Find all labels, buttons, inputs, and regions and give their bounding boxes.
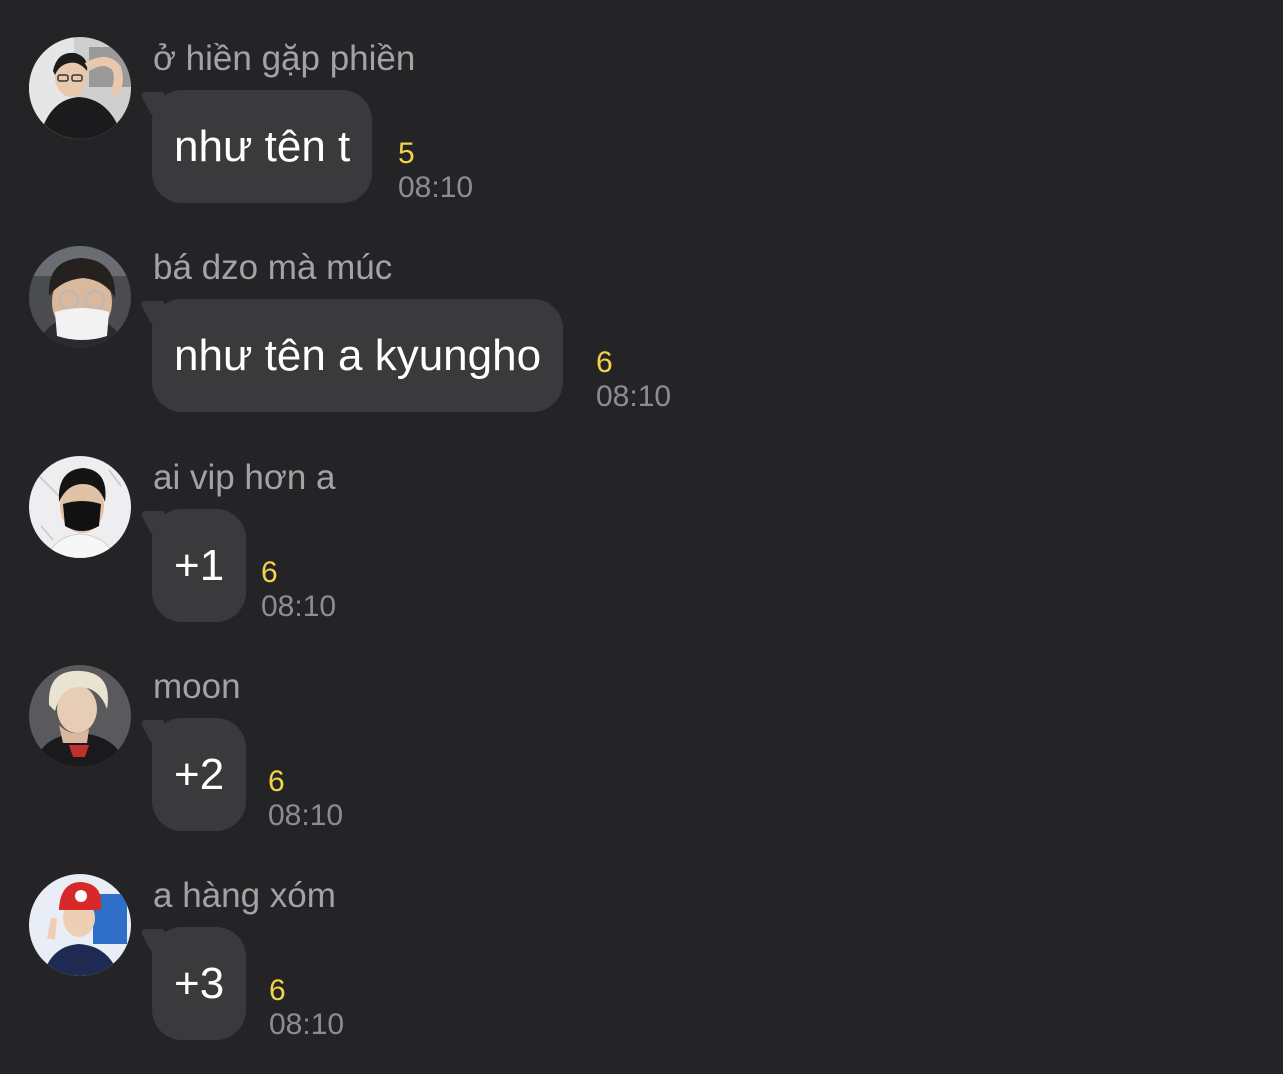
- message-timestamp: 08:10: [269, 1008, 345, 1041]
- message-row: a hàng xóm +3 6 08:10: [0, 874, 1283, 1074]
- message-timestamp: 08:10: [268, 799, 344, 832]
- unread-count: 6: [269, 974, 286, 1007]
- message-row: ai vip hơn a +1 6 08:10: [0, 456, 1283, 656]
- unread-count: 6: [596, 346, 613, 379]
- message-timestamp: 08:10: [261, 590, 337, 623]
- message-row: ở hiền gặp phiền như tên t 5 08:10: [0, 37, 1283, 237]
- avatar[interactable]: [29, 37, 131, 139]
- message-timestamp: 08:10: [398, 171, 474, 204]
- sender-name: ai vip hơn a: [153, 458, 336, 497]
- sender-name: ở hiền gặp phiền: [153, 39, 416, 78]
- avatar[interactable]: [29, 246, 131, 348]
- message-timestamp: 08:10: [596, 380, 672, 413]
- avatar[interactable]: [29, 456, 131, 558]
- unread-count: 6: [261, 556, 278, 589]
- unread-count: 5: [398, 137, 415, 170]
- message-bubble[interactable]: +3: [152, 927, 247, 1040]
- sender-name: bá dzo mà múc: [153, 248, 393, 287]
- unread-count: 6: [268, 765, 285, 798]
- message-meta: 5 08:10: [398, 137, 473, 205]
- message-bubble[interactable]: như tên a kyungho: [152, 299, 564, 412]
- avatar[interactable]: [29, 665, 131, 767]
- message-row: bá dzo mà múc như tên a kyungho 6 08:10: [0, 246, 1283, 446]
- message-bubble[interactable]: +1: [152, 509, 247, 622]
- message-row: moon +2 6 08:10: [0, 665, 1283, 865]
- avatar[interactable]: [29, 874, 131, 976]
- sender-name: a hàng xóm: [153, 876, 336, 915]
- message-meta: 6 08:10: [268, 765, 343, 833]
- message-meta: 6 08:10: [261, 556, 336, 624]
- message-bubble[interactable]: như tên t: [152, 90, 373, 203]
- message-meta: 6 08:10: [596, 346, 671, 414]
- message-bubble[interactable]: +2: [152, 718, 247, 831]
- sender-name: moon: [153, 667, 241, 706]
- message-meta: 6 08:10: [269, 974, 344, 1042]
